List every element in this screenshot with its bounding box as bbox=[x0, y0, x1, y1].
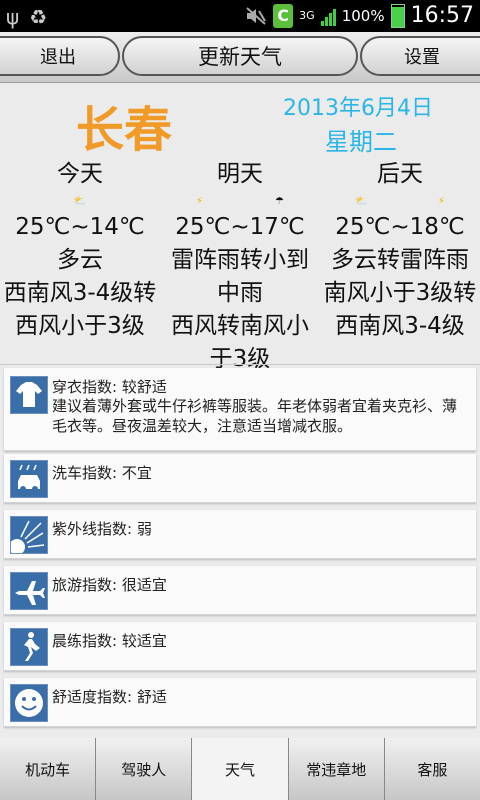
runner-icon bbox=[10, 628, 48, 666]
index-description: 建议着薄外套或牛仔衫裤等服装。年老体弱者宜着夹克衫、薄毛衣等。昼夜温差较大，注意… bbox=[52, 397, 458, 435]
usb-icon: ψ bbox=[6, 5, 20, 29]
smiley-icon bbox=[10, 684, 48, 722]
index-card-comfort[interactable]: 舒适度指数: 舒适 bbox=[4, 678, 476, 727]
battery-percent: 100% bbox=[341, 6, 385, 25]
forecast-wind: 西南风3-4级转 bbox=[3, 280, 157, 306]
index-card-car-wash[interactable]: 洗车指数: 不宜 bbox=[4, 454, 476, 503]
forecast-today: 今天 ⛅ 25℃~14℃ 多云 西南风3-4级转 西风小于3级 bbox=[0, 158, 160, 376]
forecast-weather: 雷阵雨转小到 bbox=[171, 247, 309, 273]
forecast-weather: 多云转雷阵雨 bbox=[331, 247, 469, 273]
forecast-temp: 25℃~14℃ bbox=[15, 214, 145, 240]
clock: 16:57 bbox=[410, 3, 474, 28]
airplane-icon bbox=[10, 572, 48, 610]
forecast-row: 今天 ⛅ 25℃~14℃ 多云 西南风3-4级转 西风小于3级 明天 ⚡ ☂ 25… bbox=[0, 158, 480, 376]
forecast-weather: 多云 bbox=[57, 247, 103, 273]
settings-button[interactable]: 设置 bbox=[360, 36, 480, 76]
tab-vehicle[interactable]: 机动车 bbox=[0, 738, 97, 800]
forecast-tomorrow: 明天 ⚡ ☂ 25℃~17℃ 雷阵雨转小到 中雨 西风转南风小 于3级 bbox=[160, 158, 320, 376]
forecast-wind: 西南风3-4级 bbox=[335, 313, 465, 339]
app-badge-icon: C bbox=[273, 3, 294, 28]
battery-icon bbox=[390, 3, 405, 28]
index-title: 洗车指数: 不宜 bbox=[52, 464, 152, 482]
signal-icon bbox=[320, 6, 336, 26]
tab-driver[interactable]: 驾驶人 bbox=[96, 738, 193, 800]
network-type: 3G bbox=[299, 9, 315, 22]
city-name: 长春 bbox=[76, 102, 173, 158]
index-card-morning-exercise[interactable]: 晨练指数: 较适宜 bbox=[4, 622, 476, 671]
index-title: 晨练指数: 较适宜 bbox=[52, 632, 167, 650]
index-title: 紫外线指数: 弱 bbox=[52, 520, 152, 538]
bottom-tab-bar: 机动车 驾驶人 天气 常违章地 客服 bbox=[0, 738, 480, 800]
divider bbox=[0, 364, 480, 365]
update-weather-button[interactable]: 更新天气 bbox=[122, 36, 358, 76]
tab-frequent-violation-locations[interactable]: 常违章地 bbox=[288, 738, 385, 800]
current-weekday: 星期二 bbox=[325, 128, 397, 156]
shirt-icon bbox=[10, 376, 48, 414]
title-bar: 退出 更新天气 设置 bbox=[0, 32, 480, 83]
forecast-day-label: 后天 bbox=[377, 161, 423, 187]
car-wash-icon bbox=[10, 460, 48, 498]
forecast-day-label: 明天 bbox=[217, 161, 263, 187]
index-card-travel[interactable]: 旅游指数: 很适宜 bbox=[4, 566, 476, 615]
exit-button[interactable]: 退出 bbox=[0, 36, 120, 76]
index-title: 旅游指数: 很适宜 bbox=[52, 576, 167, 594]
index-title: 穿衣指数: 较舒适 bbox=[52, 378, 167, 396]
forecast-wind: 西风小于3级 bbox=[15, 313, 145, 339]
tab-weather[interactable]: 天气 bbox=[192, 738, 289, 800]
index-card-clothing[interactable]: 穿衣指数: 较舒适 建议着薄外套或牛仔衫裤等服装。年老体弱者宜着夹克衫、薄毛衣等… bbox=[4, 368, 476, 451]
forecast-temp: 25℃~17℃ bbox=[175, 214, 305, 240]
forecast-day-after: 后天 ⛅ ⚡ 25℃~18℃ 多云转雷阵雨 南风小于3级转 西南风3-4级 bbox=[320, 158, 480, 376]
index-title: 舒适度指数: 舒适 bbox=[52, 688, 167, 706]
forecast-temp: 25℃~18℃ bbox=[335, 214, 465, 240]
status-bar: ψ ♻ C 3G 100% 16:57 bbox=[0, 0, 480, 32]
recycle-icon: ♻ bbox=[29, 5, 48, 29]
tab-customer-service[interactable]: 客服 bbox=[384, 738, 480, 800]
forecast-wind: 西风转南风小 bbox=[171, 313, 309, 339]
current-date: 2013年6月4日 bbox=[283, 96, 433, 121]
uv-sun-icon bbox=[10, 516, 48, 554]
forecast-weather: 中雨 bbox=[217, 280, 263, 306]
index-card-uv[interactable]: 紫外线指数: 弱 bbox=[4, 510, 476, 559]
forecast-wind: 南风小于3级转 bbox=[323, 280, 477, 306]
mute-icon bbox=[245, 6, 267, 26]
